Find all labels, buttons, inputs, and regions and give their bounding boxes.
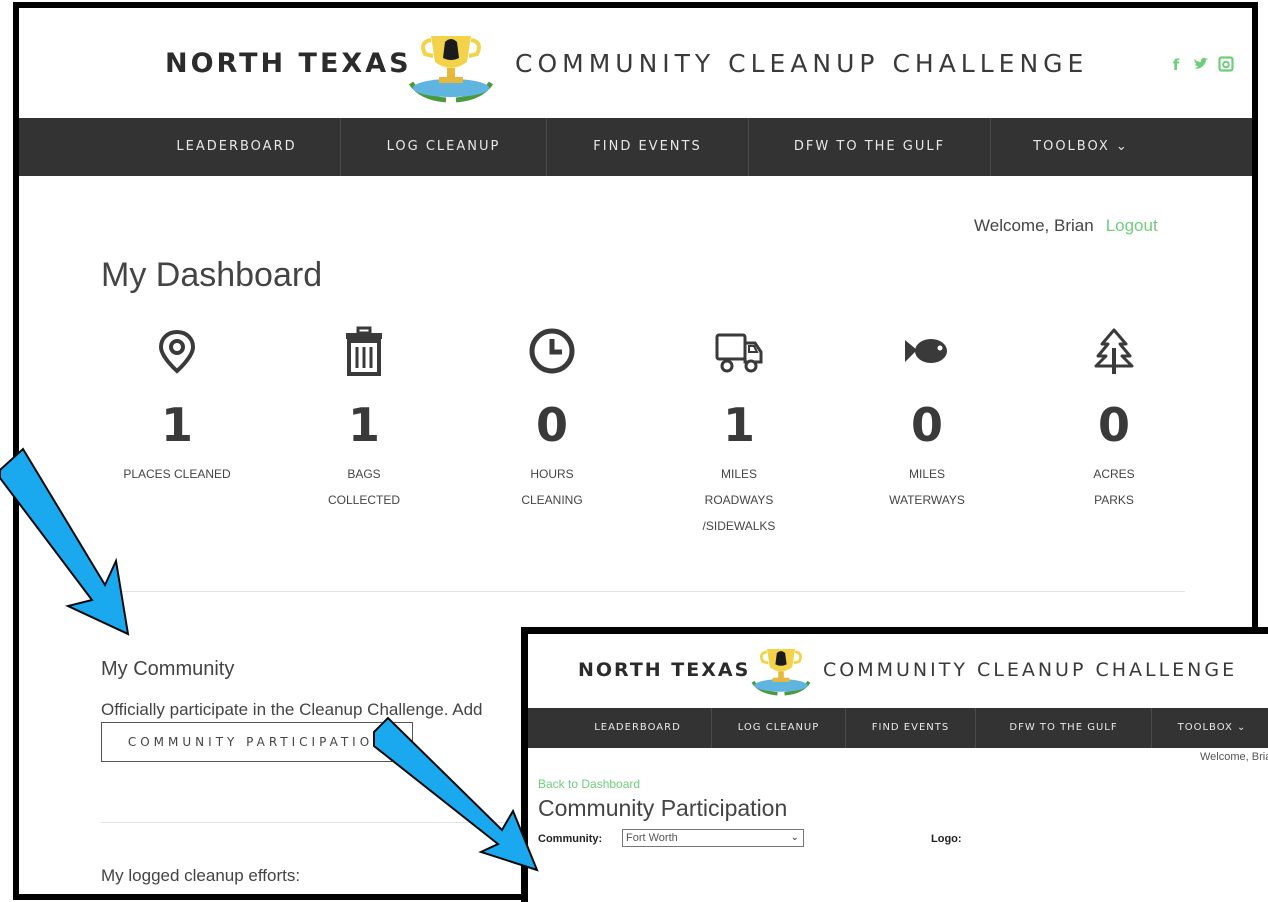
stat-value: 1 — [347, 398, 380, 452]
tree-icon — [1094, 328, 1134, 374]
welcome-bar: Welcome, Brian Logout — [974, 216, 1158, 236]
brand-name-light[interactable]: COMMUNITY CLEANUP CHALLENGE — [515, 49, 1088, 78]
nav-find-events[interactable]: FIND EVENTS — [547, 118, 749, 176]
fish-icon — [905, 339, 947, 363]
community-select-value: Fort Worth — [626, 832, 678, 844]
logout-link[interactable]: Logout — [1106, 216, 1158, 235]
clock-icon — [529, 328, 575, 374]
stat-acres-parks: 0 ACRES PARKS — [1024, 326, 1204, 513]
logo-label: Logo: — [931, 833, 962, 845]
inset-welcome-text: Welcome, Brian — [1200, 751, 1268, 763]
facebook-icon[interactable]: f — [1168, 56, 1184, 74]
inset-navbar: LEADERBOARD LOG CLEANUP FIND EVENTS DFW … — [528, 708, 1268, 748]
my-community-description: Officially participate in the Cleanup Ch… — [101, 700, 483, 719]
truck-icon — [715, 333, 763, 373]
stat-bags-collected: 1 BAGS COLLECTED — [274, 326, 454, 513]
stat-value: 1 — [160, 398, 193, 452]
inset-nav-dfw-to-the-gulf[interactable]: DFW TO THE GULF — [976, 708, 1152, 748]
back-to-dashboard-link[interactable]: Back to Dashboard — [538, 777, 640, 791]
stat-value: 0 — [535, 398, 568, 452]
welcome-text: Welcome, Brian — [974, 216, 1094, 235]
trash-can-icon — [346, 326, 382, 376]
nav-log-cleanup[interactable]: LOG CLEANUP — [341, 118, 547, 176]
site-header: NORTH TEXAS COMMUNITY CLEANUP CHALLENGE … — [19, 8, 1252, 118]
instagram-icon[interactable] — [1218, 56, 1234, 74]
inset-brand-name-light[interactable]: COMMUNITY CLEANUP CHALLENGE — [823, 659, 1237, 681]
inset-nav-find-events[interactable]: FIND EVENTS — [846, 708, 976, 748]
page-title: My Dashboard — [101, 256, 323, 294]
stat-label: PLACES CLEANED — [123, 467, 231, 481]
section-divider — [101, 822, 531, 823]
brand-name-bold[interactable]: NORTH TEXAS — [165, 48, 412, 79]
inset-site-header: NORTH TEXAS COMMUNITY CLEANUP CHALLENGE — [528, 634, 1268, 707]
stat-places-cleaned: 1 PLACES CLEANED — [87, 326, 267, 487]
logged-efforts-heading: My logged cleanup efforts: — [101, 866, 301, 885]
inset-brand-name-bold[interactable]: NORTH TEXAS — [578, 659, 750, 681]
stat-value: 0 — [910, 398, 943, 452]
inset-nav-leaderboard[interactable]: LEADERBOARD — [564, 708, 712, 748]
inset-screenshot: NORTH TEXAS COMMUNITY CLEANUP CHALLENGE … — [521, 627, 1268, 902]
stat-miles-waterways: 0 MILES WATERWAYS — [837, 326, 1017, 513]
main-navbar: LEADERBOARD LOG CLEANUP FIND EVENTS DFW … — [19, 118, 1252, 176]
stat-label: MILES ROADWAYS /SIDEWALKS — [702, 467, 776, 533]
stat-label: BAGS COLLECTED — [327, 467, 401, 507]
inset-page-title: Community Participation — [538, 795, 788, 821]
social-links: f — [1168, 56, 1234, 74]
stat-miles-roadways: 1 MILES ROADWAYS /SIDEWALKS — [649, 326, 829, 539]
nav-dfw-to-the-gulf[interactable]: DFW TO THE GULF — [749, 118, 991, 176]
my-community-heading: My Community — [101, 658, 235, 680]
trophy-logo-icon[interactable] — [401, 28, 501, 104]
nav-leaderboard[interactable]: LEADERBOARD — [133, 118, 341, 176]
trophy-logo-icon[interactable] — [746, 642, 816, 698]
community-participation-button[interactable]: COMMUNITY PARTICIPATION — [101, 722, 413, 762]
nav-toolbox[interactable]: TOOLBOX ⌄ — [991, 118, 1171, 176]
stat-label: HOURS CLEANING — [521, 467, 583, 507]
stat-label: ACRES PARKS — [1093, 467, 1135, 507]
stat-label: MILES WATERWAYS — [889, 467, 965, 507]
inset-nav-log-cleanup[interactable]: LOG CLEANUP — [712, 708, 846, 748]
map-pin-icon — [158, 329, 196, 374]
section-divider — [101, 591, 1185, 592]
stat-hours-cleaning: 0 HOURS CLEANING — [462, 326, 642, 513]
stat-value: 1 — [722, 398, 755, 452]
stat-value: 0 — [1097, 398, 1130, 452]
community-select[interactable]: Fort Worth ⌄ — [622, 829, 804, 847]
community-label: Community: — [538, 833, 603, 845]
inset-nav-toolbox[interactable]: TOOLBOX ⌄ — [1152, 708, 1268, 748]
chevron-down-icon: ⌄ — [790, 832, 799, 843]
twitter-icon[interactable] — [1193, 56, 1209, 74]
